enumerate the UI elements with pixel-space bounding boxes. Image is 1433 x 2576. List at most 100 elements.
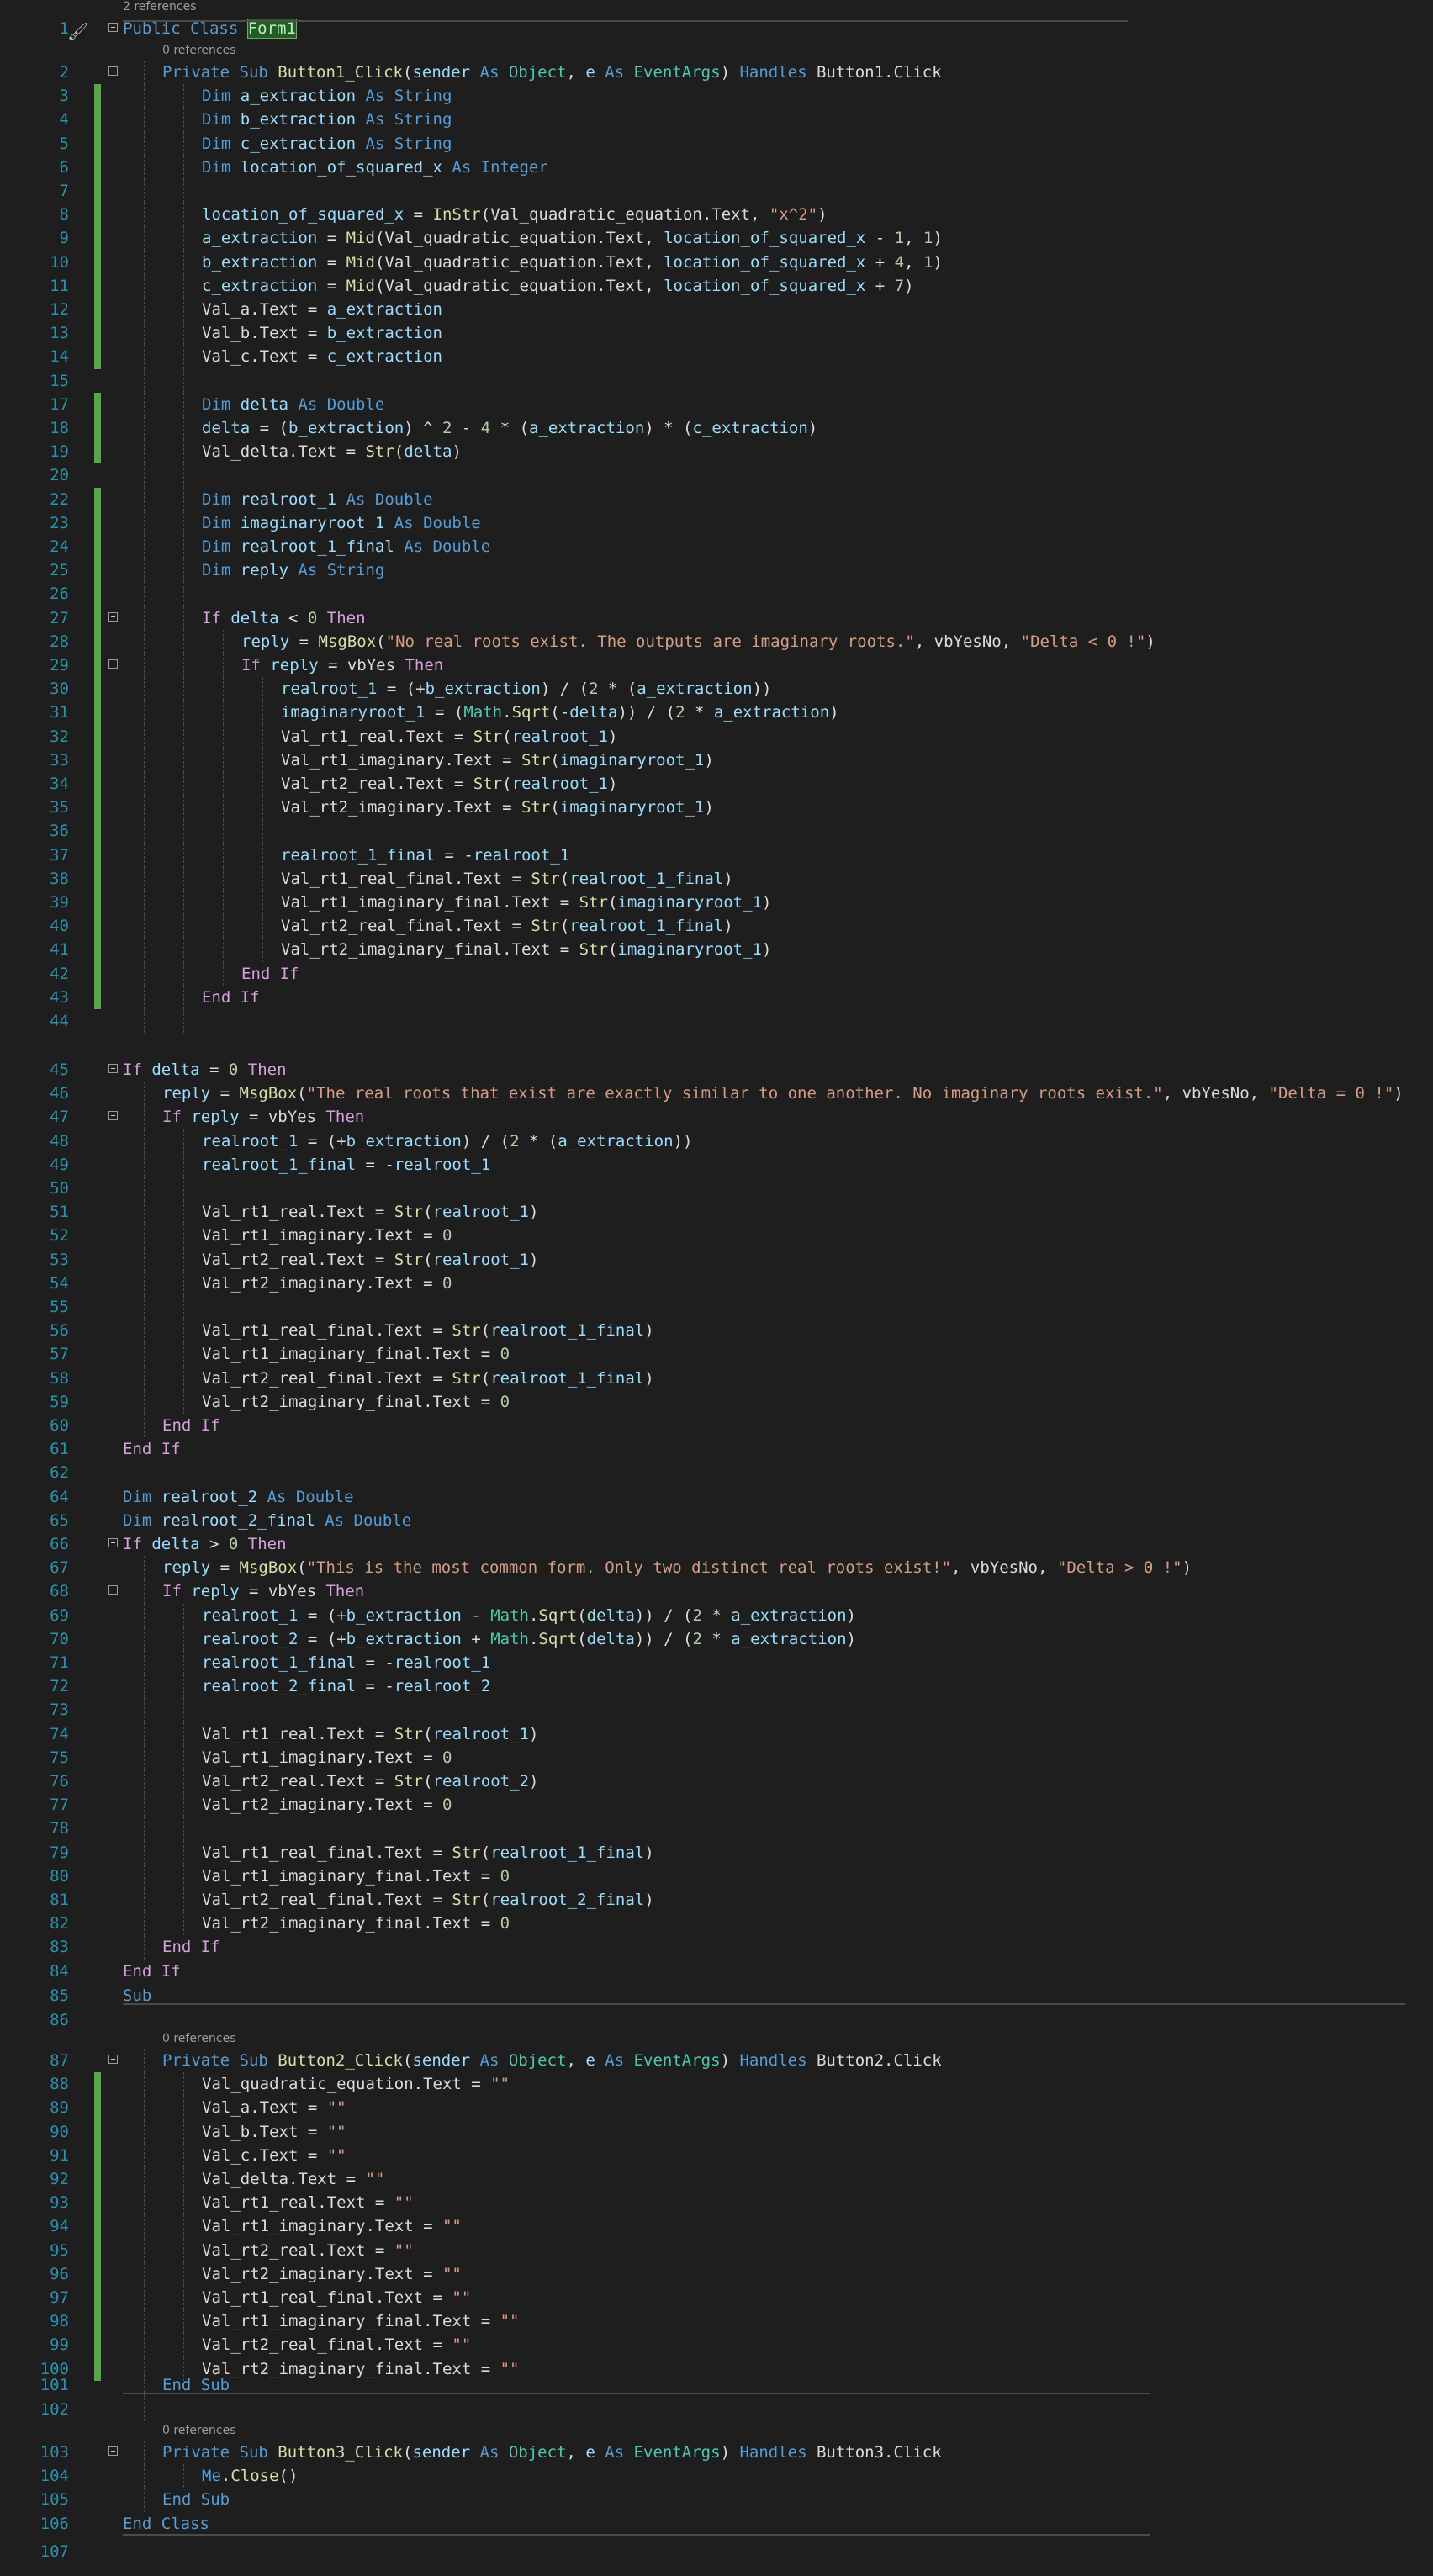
collapse-outline-icon[interactable] — [108, 2446, 118, 2456]
codelens-references[interactable]: 2 references — [123, 0, 197, 13]
code-line[interactable]: 48 realroot_1 = (+b_extraction) / (2 * (a… — [0, 1129, 1433, 1153]
code-line[interactable]: 27 If delta < 0 Then — [0, 606, 1433, 630]
code-line[interactable]: 3 Dim a_extraction As String — [0, 84, 1433, 108]
code-line[interactable]: 17 Dim delta As Double — [0, 393, 1433, 416]
code-line[interactable]: 74 Val_rt1_real.Text = Str(realroot_1) — [0, 1722, 1433, 1746]
code-line[interactable]: 93 Val_rt1_real.Text = "" — [0, 2191, 1433, 2214]
code-line[interactable]: 41 Val_rt2_imaginary_final.Text = Str(ima… — [0, 938, 1433, 961]
code-line[interactable]: 81 Val_rt2_real_final.Text = Str(realroot… — [0, 1888, 1433, 1912]
code-line[interactable]: 9 a_extraction = Mid(Val_quadratic_equati… — [0, 226, 1433, 250]
collapse-outline-icon[interactable] — [108, 659, 118, 669]
code-line[interactable]: 86 — [0, 2008, 1433, 2032]
code-line[interactable]: 89 Val_a.Text = "" — [0, 2096, 1433, 2119]
code-line[interactable]: 87 Private Sub Button2_Click(sender As Ob… — [0, 2049, 1433, 2072]
code-line[interactable]: 54 Val_rt2_imaginary.Text = 0 — [0, 1272, 1433, 1295]
code-line[interactable]: 7 — [0, 179, 1433, 203]
code-line[interactable]: 77 Val_rt2_imaginary.Text = 0 — [0, 1793, 1433, 1817]
code-line[interactable]: 66 If delta > 0 Then — [0, 1532, 1433, 1556]
code-line[interactable]: 36 — [0, 819, 1433, 843]
code-editor[interactable]: 🖌 1 Public Class Form1 2 Private Sub Button… — [0, 0, 1433, 2576]
code-line[interactable]: 53 Val_rt2_real.Text = Str(realroot_1) — [0, 1248, 1433, 1272]
code-line[interactable]: 92 Val_delta.Text = "" — [0, 2167, 1433, 2191]
collapse-outline-icon[interactable] — [108, 611, 118, 622]
code-line[interactable]: 43 End If — [0, 986, 1433, 1009]
code-line[interactable]: 37 realroot_1_final = -realroot_1 — [0, 844, 1433, 867]
code-line[interactable]: 70 realroot_2 = (+b_extraction + Math.Sqr… — [0, 1627, 1433, 1651]
code-line[interactable]: 25 Dim reply As String — [0, 558, 1433, 582]
code-line[interactable]: 20 — [0, 463, 1433, 487]
code-line[interactable]: 57 Val_rt1_imaginary_final.Text = 0 — [0, 1342, 1433, 1366]
code-line[interactable]: 72 realroot_2_final = -realroot_2 — [0, 1674, 1433, 1698]
code-line[interactable]: 4 Dim b_extraction As String — [0, 108, 1433, 131]
code-line[interactable]: 55 — [0, 1295, 1433, 1319]
code-line[interactable]: 50 — [0, 1177, 1433, 1200]
code-line[interactable]: 99 Val_rt2_real_final.Text = "" — [0, 2333, 1433, 2356]
code-line[interactable]: 29 If reply = vbYes Then — [0, 653, 1433, 677]
code-line[interactable]: 44 — [0, 1009, 1433, 1033]
code-line[interactable]: 51 Val_rt1_real.Text = Str(realroot_1) — [0, 1200, 1433, 1224]
collapse-outline-icon[interactable] — [108, 1585, 118, 1595]
code-line[interactable]: 103 Private Sub Button3_Click(sender As O… — [0, 2441, 1433, 2464]
code-line[interactable]: 46 reply = MsgBox("The real roots that ex… — [0, 1082, 1433, 1105]
code-line[interactable]: 40 Val_rt2_real_final.Text = Str(realroot… — [0, 914, 1433, 938]
code-line[interactable]: 88 Val_quadratic_equation.Text = "" — [0, 2072, 1433, 2096]
code-line[interactable]: 82 Val_rt2_imaginary_final.Text = 0 — [0, 1912, 1433, 1935]
code-line[interactable]: 58 Val_rt2_real_final.Text = Str(realroot… — [0, 1367, 1433, 1390]
code-line[interactable]: 52 Val_rt1_imaginary.Text = 0 — [0, 1224, 1433, 1247]
code-line[interactable]: 32 Val_rt1_real.Text = Str(realroot_1) — [0, 725, 1433, 748]
code-line[interactable]: 73 — [0, 1698, 1433, 1722]
code-line[interactable]: 10 b_extraction = Mid(Val_quadratic_equat… — [0, 251, 1433, 274]
code-line[interactable]: 106 End Class — [0, 2512, 1433, 2536]
collapse-outline-icon[interactable] — [108, 1538, 118, 1547]
code-line[interactable]: 76 Val_rt2_real.Text = Str(realroot_2) — [0, 1769, 1433, 1793]
code-line[interactable]: 23 Dim imaginaryroot_1 As Double — [0, 511, 1433, 535]
code-line[interactable]: 18 delta = (b_extraction) ^ 2 - 4 * (a_ex… — [0, 416, 1433, 440]
collapse-outline-icon[interactable] — [108, 23, 118, 32]
code-line[interactable]: 39 Val_rt1_imaginary_final.Text = Str(ima… — [0, 891, 1433, 914]
code-line[interactable]: 2 Private Sub Button1_Click(sender As Obj… — [0, 61, 1433, 84]
code-line[interactable]: 95 Val_rt2_real.Text = "" — [0, 2239, 1433, 2262]
code-line[interactable]: 67 reply = MsgBox("This is the most commo… — [0, 1556, 1433, 1579]
code-line[interactable]: 96 Val_rt2_imaginary.Text = "" — [0, 2262, 1433, 2286]
code-line[interactable]: 12 Val_a.Text = a_extraction — [0, 298, 1433, 321]
collapse-outline-icon[interactable] — [108, 2055, 118, 2064]
code-line[interactable]: 98 Val_rt1_imaginary_final.Text = "" — [0, 2309, 1433, 2333]
code-line[interactable]: 90 Val_b.Text = "" — [0, 2120, 1433, 2144]
code-line[interactable]: 34 Val_rt2_real.Text = Str(realroot_1) — [0, 772, 1433, 796]
code-line[interactable]: 22 Dim realroot_1 As Double — [0, 488, 1433, 511]
code-line[interactable]: 64 Dim realroot_2 As Double — [0, 1485, 1433, 1509]
code-line[interactable]: 49 realroot_1_final = -realroot_1 — [0, 1153, 1433, 1177]
code-line[interactable]: 68 If reply = vbYes Then — [0, 1579, 1433, 1603]
code-line[interactable]: 78 — [0, 1817, 1433, 1840]
codelens-references[interactable]: 0 references — [162, 44, 236, 57]
collapse-outline-icon[interactable] — [108, 1064, 118, 1073]
code-line[interactable]: 107 — [0, 2540, 1433, 2563]
codelens-references[interactable]: 0 references — [162, 2424, 236, 2437]
collapse-outline-icon[interactable] — [108, 66, 118, 76]
code-line[interactable]: 5 Dim c_extraction As String — [0, 132, 1433, 156]
code-line[interactable]: 8 location_of_squared_x = InStr(Val_quadr… — [0, 203, 1433, 226]
code-line[interactable]: 28 reply = MsgBox("No real roots exist. T… — [0, 630, 1433, 653]
code-line[interactable]: 47 If reply = vbYes Then — [0, 1105, 1433, 1129]
code-line[interactable]: 105 End Sub — [0, 2488, 1433, 2511]
code-line[interactable]: 31 imaginaryroot_1 = (Math.Sqrt(-delta)) … — [0, 701, 1433, 724]
code-line[interactable]: 83 End If — [0, 1935, 1433, 1959]
code-line[interactable]: 65 Dim realroot_2_final As Double — [0, 1509, 1433, 1532]
code-line[interactable]: 24 Dim realroot_1_final As Double — [0, 535, 1433, 558]
code-line[interactable]: 94 Val_rt1_imaginary.Text = "" — [0, 2214, 1433, 2238]
codelens-references[interactable]: 0 references — [162, 2032, 236, 2045]
code-line[interactable]: 14 Val_c.Text = c_extraction — [0, 345, 1433, 368]
code-line[interactable]: 35 Val_rt2_imaginary.Text = Str(imaginary… — [0, 796, 1433, 819]
code-line[interactable]: 69 realroot_1 = (+b_extraction - Math.Sqr… — [0, 1604, 1433, 1627]
code-line[interactable]: 30 realroot_1 = (+b_extraction) / (2 * (a… — [0, 677, 1433, 701]
code-line[interactable]: 80 Val_rt1_imaginary_final.Text = 0 — [0, 1865, 1433, 1888]
code-line[interactable]: 38 Val_rt1_real_final.Text = Str(realroot… — [0, 867, 1433, 891]
code-line[interactable]: 62 — [0, 1461, 1433, 1484]
code-line[interactable]: 6 Dim location_of_squared_x As Integer — [0, 156, 1433, 179]
code-line[interactable]: 71 realroot_1_final = -realroot_1 — [0, 1651, 1433, 1674]
code-line[interactable]: 79 Val_rt1_real_final.Text = Str(realroot… — [0, 1841, 1433, 1865]
code-line[interactable]: 97 Val_rt1_real_final.Text = "" — [0, 2286, 1433, 2309]
code-line[interactable]: 42 End If — [0, 962, 1433, 986]
collapse-outline-icon[interactable] — [108, 1111, 118, 1121]
code-line[interactable]: 91 Val_c.Text = "" — [0, 2144, 1433, 2167]
